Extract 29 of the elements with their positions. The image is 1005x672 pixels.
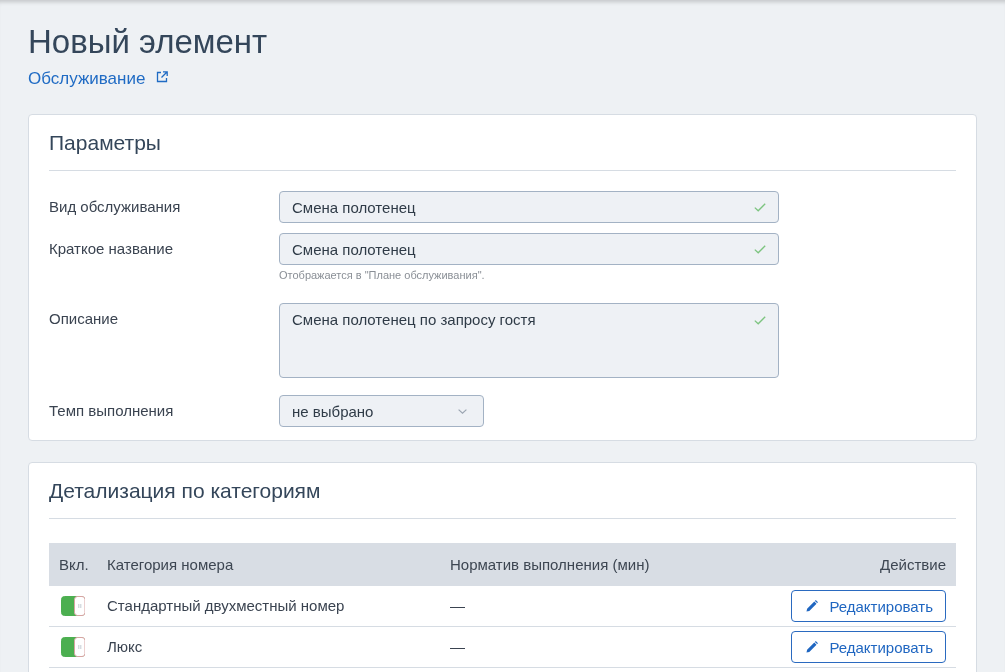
table-cell-text: Стандартный двухместный номер <box>106 596 346 616</box>
card-title: Параметры <box>49 115 956 171</box>
edit-button[interactable]: Редактировать <box>791 590 946 622</box>
field-label: Вид обслуживания <box>49 197 182 217</box>
table-cell-text: — <box>449 596 466 616</box>
column-header: Вкл. <box>58 555 90 575</box>
service-link[interactable]: Обслуживание <box>28 69 169 89</box>
card-title: Детализация по категориям <box>49 463 956 519</box>
column-header: Категория номера <box>106 555 235 575</box>
edit-button[interactable]: Редактировать <box>791 631 946 663</box>
field-label: Описание <box>49 309 120 329</box>
page-title: Новый элемент <box>28 22 268 62</box>
external-link-icon <box>156 70 169 83</box>
pencil-icon <box>806 600 819 612</box>
field-hint: Отображается в "Плане обслуживания". <box>279 268 485 282</box>
field-label: Темп выполнения <box>49 401 175 421</box>
column-header: Норматив выполнения (мин) <box>449 555 651 575</box>
textarea-field[interactable]: Смена полотенец по запросу гостя <box>279 303 779 378</box>
table-cell-text: Люкс <box>106 637 144 657</box>
toggle-switch[interactable] <box>61 637 85 657</box>
table-cell-text: — <box>449 637 466 657</box>
text-field[interactable]: Смена полотенец <box>279 233 779 265</box>
chevron-down-icon <box>458 408 467 414</box>
column-header: Действие <box>879 555 947 575</box>
dropdown-field[interactable]: не выбрано <box>279 395 484 427</box>
text-field[interactable]: Смена полотенец <box>279 191 779 223</box>
field-label: Краткое название <box>49 239 175 259</box>
pencil-icon <box>806 641 819 653</box>
toggle-switch[interactable] <box>61 596 85 616</box>
